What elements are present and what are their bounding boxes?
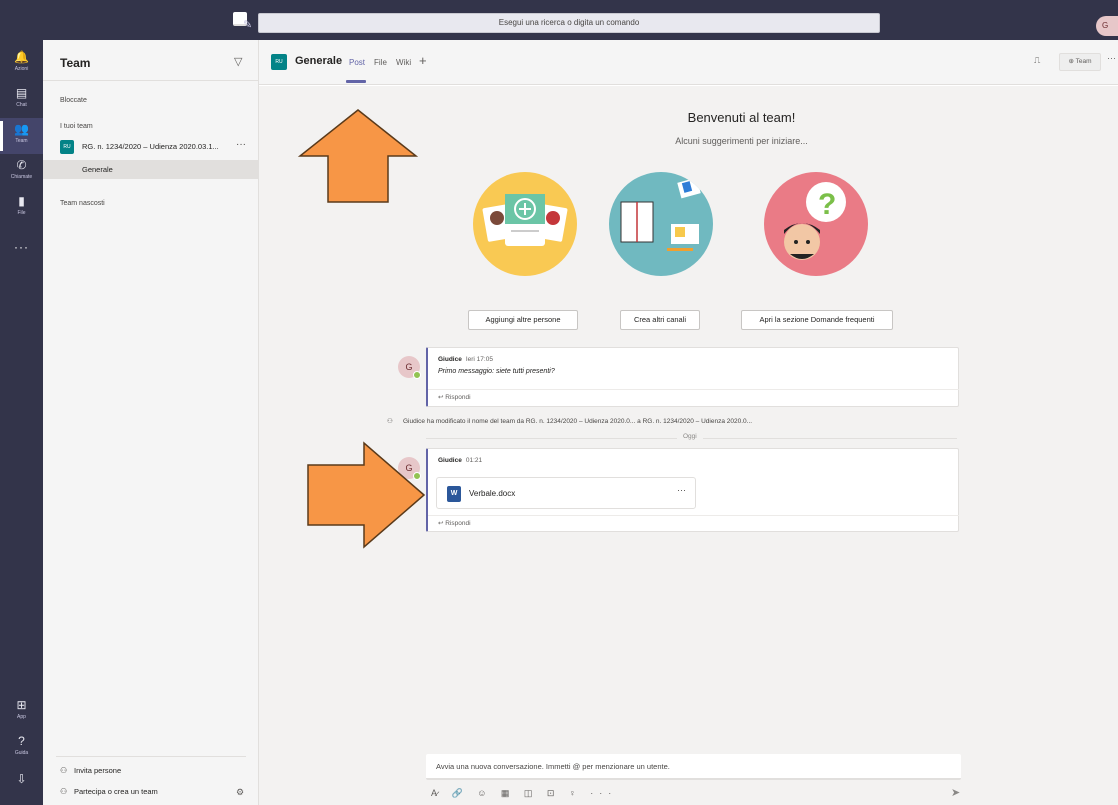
add-tab-icon[interactable]: + — [419, 53, 427, 68]
phone-icon: ✆ — [16, 158, 27, 172]
divider — [56, 756, 246, 757]
message-header: Giudice 01:21 — [438, 457, 482, 464]
add-people-illustration — [473, 172, 577, 276]
team-name: RG. n. 1234/2020 – Udienza 2020.03.1... — [82, 142, 219, 151]
team-rename-icon: ⚇ — [387, 418, 393, 425]
system-message: ⚇ Giudice ha modificato il nome del team … — [387, 417, 752, 425]
download-icon: ⇩ — [16, 772, 27, 786]
people-cards-icon — [482, 194, 568, 246]
question-person-icon: ? — [784, 182, 846, 260]
reply-button[interactable]: ↩ Rispondi — [428, 515, 959, 532]
channel-item-generale[interactable]: Generale — [43, 160, 258, 179]
rail-label: Azioni — [14, 66, 29, 72]
teams-panel: Team ▽ Bloccate I tuoi team RU RG. n. 12… — [43, 40, 259, 805]
rail-item-download[interactable]: ⇩ — [0, 768, 43, 794]
app-rail: 🔔 Azioni ▤ Chat 👥 Team ✆ Chiamate ▮ File… — [0, 40, 43, 805]
add-people-button[interactable]: Aggiungi altre persone — [468, 310, 578, 330]
send-icon[interactable]: ➤ — [951, 786, 960, 799]
faq-illustration: ? — [764, 172, 868, 276]
date-label: Oggi — [677, 433, 703, 440]
top-bar: ✎ Esegui una ricerca o digita un comando… — [0, 0, 1118, 40]
compose-toolbar[interactable]: A̷ 🔗 ☺ ▦ ◫ ⊡ ♀ ··· — [431, 788, 617, 799]
gear-icon[interactable]: ⚙ — [236, 787, 244, 798]
join-team-icon: ⚇ — [60, 787, 68, 796]
hidden-teams-label[interactable]: Team nascosti — [60, 200, 105, 207]
channel-title: Generale — [295, 55, 343, 67]
more-options-icon[interactable]: ··· — [1107, 53, 1116, 63]
rail-label: Guida — [14, 750, 29, 756]
message-header: Giudice Ieri 17:05 — [438, 356, 493, 363]
bell-icon: 🔔 — [14, 50, 29, 64]
invite-label: Invita persone — [74, 766, 122, 775]
teams-icon: 👥 — [14, 122, 29, 136]
rail-item-chat[interactable]: ▤ Chat — [0, 82, 43, 118]
reply-button[interactable]: ↩ Rispondi — [428, 389, 959, 406]
user-avatar[interactable]: G — [1096, 16, 1118, 36]
book-icon — [620, 177, 701, 251]
team-item[interactable]: RU RG. n. 1234/2020 – Udienza 2020.03.1.… — [43, 136, 258, 158]
invite-people-button[interactable]: ⚇ Invita persone — [60, 766, 121, 775]
more-apps-icon[interactable]: ··· — [0, 240, 43, 254]
channel-header: RU Generale Post File Wiki + ⎍ ⊕ Team ··… — [259, 40, 1118, 85]
tab-file[interactable]: File — [374, 58, 387, 67]
your-teams-label: I tuoi team — [60, 123, 93, 130]
message-card: Giudice 01:21 W Verbale.docx ··· ↩ Rispon… — [426, 448, 959, 532]
right-arrow-annotation — [307, 441, 426, 549]
up-arrow-annotation — [297, 109, 419, 203]
file-attachment[interactable]: W Verbale.docx ··· — [436, 477, 696, 509]
rail-label: App — [17, 714, 26, 720]
create-channels-illustration — [609, 172, 713, 276]
join-label: Partecipa o crea un team — [74, 787, 158, 796]
team-avatar: RU — [60, 140, 74, 154]
rail-item-activity[interactable]: 🔔 Azioni — [0, 46, 43, 82]
message-card: Giudice Ieri 17:05 Primo messaggio: siete… — [426, 347, 959, 407]
divider — [43, 80, 258, 81]
rail-item-files[interactable]: ▮ File — [0, 190, 43, 226]
channel-name: Generale — [82, 165, 113, 174]
active-tab-indicator — [346, 80, 366, 83]
message-time: 01:21 — [465, 457, 483, 464]
more-options-icon[interactable]: ··· — [677, 485, 686, 495]
rail-label: File — [17, 210, 26, 216]
rail-label: Team — [15, 138, 28, 144]
compose-input[interactable]: Avvia una nuova conversazione. Immetti @… — [426, 754, 961, 780]
message-text: Primo messaggio: siete tutti presenti? — [438, 368, 555, 375]
tab-post[interactable]: Post — [349, 58, 365, 67]
apps-icon: ⊞ — [16, 698, 27, 712]
create-channels-button[interactable]: Crea altri canali — [620, 310, 700, 330]
search-input[interactable]: Esegui una ricerca o digita un comando — [258, 13, 880, 33]
channel-team-avatar: RU — [271, 54, 287, 70]
rail-label: Chiamate — [10, 174, 33, 180]
message-time: Ieri 17:05 — [465, 356, 493, 363]
rail-item-teams[interactable]: 👥 Team — [0, 118, 43, 154]
file-name: Verbale.docx — [469, 489, 516, 498]
help-icon: ? — [18, 734, 25, 748]
team-info-button[interactable]: ⊕ Team — [1059, 53, 1101, 71]
system-message-text: Giudice ha modificato il nome del team d… — [403, 418, 753, 425]
tab-wiki[interactable]: Wiki — [396, 58, 411, 67]
invite-icon: ⚇ — [60, 766, 68, 775]
more-options-icon[interactable]: ··· — [236, 139, 246, 150]
svg-text:?: ? — [818, 188, 836, 221]
message-author: Giudice — [438, 457, 462, 464]
new-chat-icon[interactable]: ✎ — [233, 12, 252, 31]
pinned-label: Bloccate — [60, 97, 87, 104]
word-file-icon: W — [447, 486, 461, 502]
filter-icon[interactable]: ▽ — [234, 55, 242, 68]
panel-title: Team — [60, 56, 91, 70]
meet-now-icon[interactable]: ⎍ — [1034, 55, 1040, 66]
avatar[interactable]: G — [398, 356, 421, 379]
rail-item-apps[interactable]: ⊞ App — [0, 694, 43, 730]
rail-item-calls[interactable]: ✆ Chiamate — [0, 154, 43, 190]
rail-item-help[interactable]: ? Guida — [0, 730, 43, 766]
rail-label: Chat — [16, 102, 27, 108]
join-create-team-button[interactable]: ⚇ Partecipa o crea un team — [60, 787, 158, 796]
message-author: Giudice — [438, 356, 462, 363]
file-icon: ▮ — [18, 194, 25, 208]
faq-button[interactable]: Apri la sezione Domande frequenti — [741, 310, 893, 330]
chat-icon: ▤ — [15, 86, 28, 100]
